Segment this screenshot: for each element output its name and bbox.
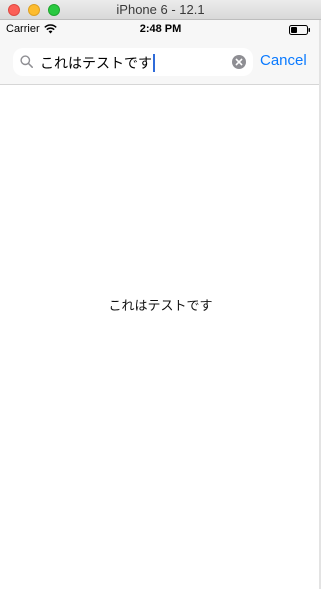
cancel-button[interactable]: Cancel	[260, 52, 307, 69]
search-bar: これはテストです Cancel	[0, 40, 321, 85]
battery-icon	[289, 25, 310, 35]
window-title: iPhone 6 - 12.1	[116, 2, 205, 17]
main-content: これはテストです	[0, 85, 321, 589]
text-cursor	[153, 54, 155, 72]
simulator-window: iPhone 6 - 12.1 Carrier 2:48 PM これはテストです	[0, 0, 321, 589]
search-icon	[20, 55, 33, 68]
search-input[interactable]: これはテストです	[40, 53, 155, 73]
result-label: これはテストです	[108, 299, 213, 314]
window-titlebar: iPhone 6 - 12.1	[0, 0, 321, 20]
status-time: 2:48 PM	[139, 23, 182, 35]
search-field[interactable]: これはテストです	[13, 48, 253, 76]
status-bar: Carrier 2:48 PM	[0, 20, 321, 40]
clear-icon[interactable]	[232, 55, 246, 69]
search-query: これはテストです	[40, 56, 152, 72]
